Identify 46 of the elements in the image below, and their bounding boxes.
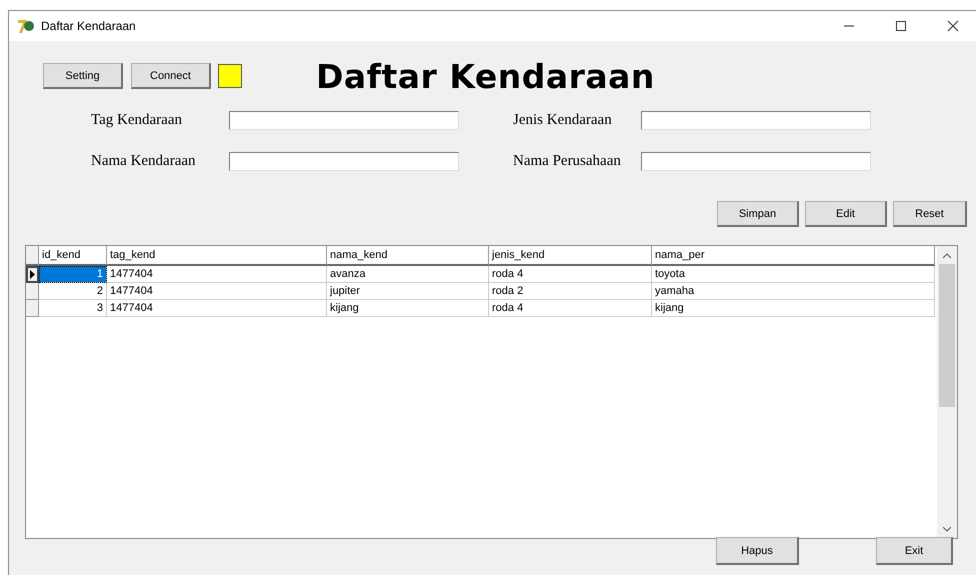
- field-label: Nama Perusahaan: [513, 153, 622, 170]
- scroll-down-icon[interactable]: [943, 526, 951, 532]
- app-icon: [17, 17, 35, 35]
- field-label: Nama Kendaraan: [91, 153, 197, 170]
- field-label: Jenis Kendaraan: [513, 112, 613, 129]
- table-cell: kijang: [652, 300, 935, 317]
- table-cell: roda 4: [489, 266, 652, 283]
- table-cell: roda 2: [489, 283, 652, 300]
- toolbar-button[interactable]: Setting: [43, 63, 123, 89]
- maximize-icon: [895, 20, 907, 32]
- scroll-up-icon[interactable]: [943, 252, 951, 258]
- header-corner: [26, 246, 39, 266]
- column-header[interactable]: tag_kend: [107, 246, 327, 266]
- table-cell: 1477404: [107, 266, 327, 283]
- table-cell: yamaha: [652, 283, 935, 300]
- form-button[interactable]: Edit: [805, 201, 887, 227]
- column-header[interactable]: jenis_kend: [489, 246, 652, 266]
- text-field[interactable]: [641, 111, 871, 130]
- table-cell: roda 4: [489, 300, 652, 317]
- table-cell: jupiter: [327, 283, 489, 300]
- table-cell: toyota: [652, 266, 935, 283]
- current-row-icon: [30, 270, 35, 279]
- row-header[interactable]: [26, 266, 39, 283]
- table-cell: 3: [39, 300, 107, 317]
- column-header[interactable]: id_kend: [39, 246, 107, 266]
- column-header[interactable]: nama_per: [652, 246, 935, 266]
- vertical-scrollbar[interactable]: [937, 246, 957, 538]
- text-field[interactable]: [229, 152, 459, 171]
- field-label: Tag Kendaraan: [91, 112, 183, 129]
- table-cell: 2: [39, 283, 107, 300]
- text-field[interactable]: [641, 152, 871, 171]
- page-heading: Daftar Kendaraan: [316, 56, 655, 96]
- table-cell: avanza: [327, 266, 489, 283]
- form-button[interactable]: Reset: [893, 201, 967, 227]
- form-button[interactable]: Simpan: [717, 201, 799, 227]
- toolbar-button[interactable]: Connect: [131, 63, 211, 89]
- close-icon: [947, 20, 959, 32]
- text-field[interactable]: [229, 111, 459, 130]
- table-cell: 1477404: [107, 300, 327, 317]
- action-button[interactable]: Exit: [876, 537, 953, 565]
- table-cell: 1: [39, 266, 107, 283]
- action-button[interactable]: Hapus: [716, 537, 799, 565]
- column-header[interactable]: nama_kend: [327, 246, 489, 266]
- table-cell: 1477404: [107, 283, 327, 300]
- window-title: Daftar Kendaraan: [41, 19, 137, 33]
- table-cell: kijang: [327, 300, 489, 317]
